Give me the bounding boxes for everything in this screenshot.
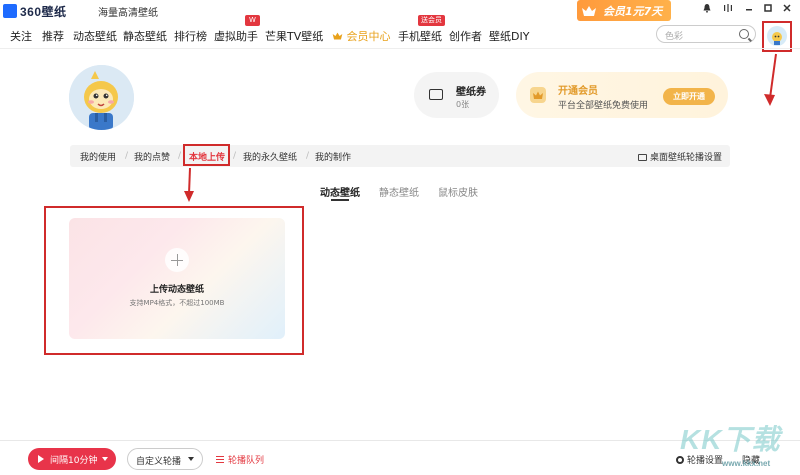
menu-icon[interactable]: [720, 3, 736, 19]
tab-separator: /: [178, 151, 182, 161]
vip-card-crown-icon: [530, 87, 546, 103]
monitor-icon: [638, 154, 647, 161]
w-badge: W: [245, 15, 260, 26]
active-subtab-underline: [331, 199, 349, 201]
vip-description: 平台全部壁纸免费使用: [558, 101, 649, 111]
list-icon: [216, 456, 224, 463]
nav-item-ranking[interactable]: 排行榜: [174, 28, 207, 44]
profile-avatar[interactable]: [69, 65, 134, 130]
subtab-static-wallpaper[interactable]: 静态壁纸: [379, 184, 419, 199]
bell-icon[interactable]: [699, 3, 715, 19]
open-vip-button[interactable]: 立即开通: [663, 88, 715, 105]
vip-promo-banner[interactable]: 会员1元7天: [577, 0, 671, 21]
app-logo[interactable]: 360壁纸: [3, 3, 83, 19]
tab-separator: /: [233, 151, 237, 161]
logo-mark-icon: [3, 4, 17, 18]
tab-separator: /: [306, 151, 310, 161]
logo-text: 360壁纸: [20, 4, 67, 19]
upload-hint: 支持MP4格式，不超过100MB: [129, 299, 225, 307]
gift-vip-badge: 送会员: [418, 15, 445, 26]
nav-item-virtual-assistant[interactable]: 虚拟助手: [214, 28, 258, 44]
nav-item-wallpaper-diy[interactable]: 壁纸DIY: [489, 28, 529, 44]
play-icon: [38, 455, 44, 463]
voucher-card[interactable]: 壁纸券 0张: [414, 72, 499, 118]
vip-crown-icon: [332, 32, 343, 40]
nav-item-dynamic-wallpaper[interactable]: 动态壁纸: [73, 28, 117, 44]
nav-item-mango-tv[interactable]: 芒果TV壁纸: [265, 28, 323, 44]
chevron-down-icon: [102, 457, 108, 461]
interval-button[interactable]: 间隔10分钟: [28, 448, 116, 470]
interval-label: 间隔10分钟: [50, 456, 98, 466]
nav-item-vip-center[interactable]: 会员中心: [332, 28, 391, 44]
desktop-carousel-settings-link[interactable]: 桌面壁纸轮播设置: [638, 150, 722, 163]
maximize-icon[interactable]: [760, 3, 776, 19]
tab-my-likes[interactable]: 我的点赞: [134, 150, 170, 163]
app-slogan: 海量高清壁纸: [98, 8, 158, 19]
subtab-mouse-skin[interactable]: 鼠标皮肤: [438, 184, 478, 199]
minimize-icon[interactable]: [741, 3, 757, 19]
tab-my-usage[interactable]: 我的使用: [80, 150, 116, 163]
annotation-arrow-avatar: [764, 53, 777, 106]
vip-title: 开通会员: [558, 86, 598, 97]
ticket-icon: [429, 89, 443, 100]
annotation-box-local-upload: [183, 144, 230, 166]
annotation-arrow-upload: [184, 167, 194, 202]
subtab-dynamic-wallpaper[interactable]: 动态壁纸: [320, 184, 360, 199]
tab-my-creations[interactable]: 我的制作: [315, 150, 351, 163]
watermark-url: www.kkx.net: [722, 459, 771, 468]
search-icon[interactable]: [739, 29, 749, 39]
carousel-settings-label: 桌面壁纸轮播设置: [650, 153, 723, 163]
user-tabs: 我的使用 / 我的点赞 / 本地上传 / 我的永久壁纸 / 我的制作 桌面壁纸轮…: [70, 145, 730, 167]
upload-title: 上传动态壁纸: [149, 285, 204, 295]
vip-card: 开通会员 平台全部壁纸免费使用 立即开通: [516, 72, 728, 118]
voucher-title: 壁纸券: [456, 87, 486, 98]
upload-dynamic-wallpaper-card[interactable]: 上传动态壁纸 支持MP4格式，不超过100MB: [69, 218, 285, 339]
carousel-queue-label: 轮播队列: [228, 456, 265, 466]
custom-carousel-label: 自定义轮播: [136, 457, 182, 467]
nav-divider: [0, 48, 800, 49]
close-icon[interactable]: [779, 3, 795, 19]
watermark-logo: KK下载: [680, 424, 781, 455]
search-input[interactable]: 色彩: [656, 25, 756, 43]
custom-carousel-select[interactable]: 自定义轮播: [127, 448, 203, 470]
tab-separator: /: [125, 151, 129, 161]
voucher-count: 0张: [456, 100, 470, 109]
crown-icon: [582, 5, 596, 16]
nav-item-creator[interactable]: 创作者: [449, 28, 482, 44]
tab-permanent-wallpapers[interactable]: 我的永久壁纸: [243, 150, 297, 163]
search-placeholder: 色彩: [665, 32, 684, 42]
title-bar: 360壁纸 海量高清壁纸 会员1元7天: [0, 0, 800, 22]
nav-item-recommend[interactable]: 推荐: [42, 28, 64, 44]
profile-character-icon: [69, 65, 134, 130]
promo-text: 会员1元7天: [603, 4, 663, 18]
carousel-queue-link[interactable]: 轮播队列: [216, 453, 264, 466]
nav-item-mobile-wallpaper[interactable]: 手机壁纸: [398, 28, 442, 44]
chevron-down-icon: [188, 457, 194, 461]
nav-vip-label: 会员中心: [346, 30, 391, 43]
plus-icon: [165, 248, 189, 272]
nav-item-static-wallpaper[interactable]: 静态壁纸: [123, 28, 167, 44]
nav-item-follow[interactable]: 关注: [10, 28, 32, 44]
